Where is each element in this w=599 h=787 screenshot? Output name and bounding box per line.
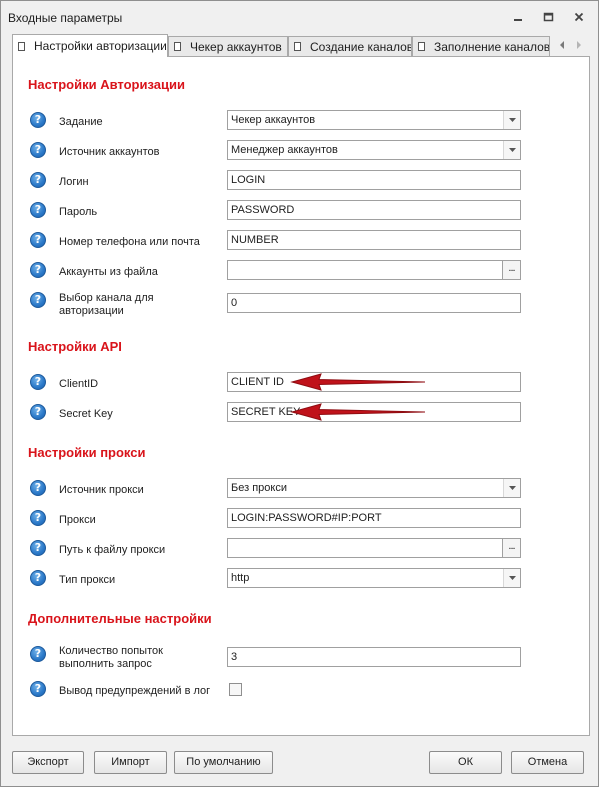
retries-label-line2: выполнить запрос: [59, 658, 152, 670]
task-value: Чекер аккаунтов: [231, 114, 316, 126]
proxy-type-select[interactable]: http: [227, 568, 521, 588]
restore-icon: [543, 12, 553, 22]
channel-choice-input[interactable]: 0: [227, 293, 521, 313]
default-button[interactable]: По умолчанию: [174, 751, 273, 774]
tab-label: Заполнение каналов: [434, 39, 550, 54]
restore-button[interactable]: [538, 9, 558, 25]
tab-page-icon: [174, 42, 181, 51]
channel-choice-label-line1: Выбор канала для: [59, 292, 154, 304]
tab-label: Чекер аккаунтов: [190, 39, 282, 54]
tab-channel-filling[interactable]: Заполнение каналов: [412, 36, 550, 56]
task-select[interactable]: Чекер аккаунтов: [227, 110, 521, 130]
secret-key-label: Secret Key: [59, 408, 113, 420]
proxy-source-select[interactable]: Без прокси: [227, 478, 521, 498]
chevron-down-icon[interactable]: [503, 111, 520, 129]
chevron-left-icon: [560, 41, 564, 49]
retries-input[interactable]: 3: [227, 647, 521, 667]
tab-strip: Настройки авторизации Чекер аккаунтов Со…: [12, 34, 590, 57]
input-parameters-window: Входные параметры Настройки авторизации …: [0, 0, 599, 787]
proxy-file-input[interactable]: ...: [227, 538, 521, 558]
help-icon[interactable]: ?: [30, 232, 46, 248]
login-label: Логин: [59, 176, 89, 188]
retries-label: Количество попыток выполнить запрос: [59, 645, 163, 671]
annotation-arrow-client-id: [290, 373, 426, 391]
proxy-type-label: Тип прокси: [59, 574, 116, 586]
browse-button[interactable]: ...: [502, 539, 520, 557]
accounts-file-label: Аккаунты из файла: [59, 266, 158, 278]
password-input[interactable]: PASSWORD: [227, 200, 521, 220]
accounts-file-input[interactable]: ...: [227, 260, 521, 280]
section-title-extra: Дополнительные настройки: [28, 611, 212, 626]
log-warnings-label: Вывод предупреждений в лог: [59, 685, 211, 697]
help-icon[interactable]: ?: [30, 374, 46, 390]
retries-label-line1: Количество попыток: [59, 645, 163, 657]
proxy-input[interactable]: LOGIN:PASSWORD#IP:PORT: [227, 508, 521, 528]
export-button[interactable]: Экспорт: [12, 751, 84, 774]
help-icon[interactable]: ?: [30, 112, 46, 128]
help-icon[interactable]: ?: [30, 262, 46, 278]
chevron-right-icon: [577, 41, 581, 49]
phone-input[interactable]: NUMBER: [227, 230, 521, 250]
tab-auth-settings[interactable]: Настройки авторизации: [12, 34, 168, 57]
annotation-arrow-secret-key: [290, 403, 426, 421]
ok-button[interactable]: ОК: [429, 751, 502, 774]
help-icon[interactable]: ?: [30, 404, 46, 420]
help-icon[interactable]: ?: [30, 510, 46, 526]
import-button[interactable]: Импорт: [94, 751, 167, 774]
phone-label: Номер телефона или почта: [59, 236, 200, 248]
tab-label: Создание каналов: [310, 39, 412, 54]
close-icon: [574, 12, 584, 22]
help-icon[interactable]: ?: [30, 142, 46, 158]
proxy-label: Прокси: [59, 514, 96, 526]
accounts-source-label: Источник аккаунтов: [59, 146, 160, 158]
tab-page-icon: [18, 41, 25, 51]
tab-page-icon: [418, 42, 425, 51]
tab-page-icon: [294, 42, 301, 51]
window-title: Входные параметры: [8, 11, 123, 25]
help-icon[interactable]: ?: [30, 646, 46, 662]
proxy-type-value: http: [231, 572, 250, 584]
help-icon[interactable]: ?: [30, 292, 46, 308]
help-icon[interactable]: ?: [30, 172, 46, 188]
chevron-down-icon[interactable]: [503, 569, 520, 587]
help-icon[interactable]: ?: [30, 681, 46, 697]
help-icon[interactable]: ?: [30, 202, 46, 218]
tab-label: Настройки авторизации: [34, 39, 167, 53]
tab-scroll-right-button[interactable]: [571, 36, 587, 54]
cancel-button[interactable]: Отмена: [511, 751, 584, 774]
log-warnings-checkbox[interactable]: [229, 683, 242, 696]
section-title-api: Настройки API: [28, 339, 122, 354]
section-title-proxy: Настройки прокси: [28, 445, 146, 460]
minimize-button[interactable]: [508, 9, 528, 25]
channel-choice-label-line2: авторизации: [59, 305, 124, 317]
accounts-source-select[interactable]: Менеджер аккаунтов: [227, 140, 521, 160]
tab-channel-creation[interactable]: Создание каналов: [288, 36, 412, 56]
accounts-source-value: Менеджер аккаунтов: [231, 144, 338, 156]
password-label: Пароль: [59, 206, 98, 218]
proxy-source-value: Без прокси: [231, 482, 287, 494]
help-icon[interactable]: ?: [30, 570, 46, 586]
login-input[interactable]: LOGIN: [227, 170, 521, 190]
proxy-source-label: Источник прокси: [59, 484, 144, 496]
browse-button[interactable]: ...: [502, 261, 520, 279]
tab-account-checker[interactable]: Чекер аккаунтов: [168, 36, 288, 56]
close-button[interactable]: [569, 9, 589, 25]
client-id-label: ClientID: [59, 378, 99, 390]
minimize-icon: [514, 19, 522, 21]
proxy-file-label: Путь к файлу прокси: [59, 544, 166, 556]
help-icon[interactable]: ?: [30, 540, 46, 556]
task-label: Задание: [59, 116, 103, 128]
section-title-auth: Настройки Авторизации: [28, 77, 185, 92]
tab-scroll-left-button[interactable]: [554, 36, 570, 54]
title-bar: Входные параметры: [1, 1, 598, 31]
settings-panel: Настройки Авторизации ? Задание Чекер ак…: [12, 56, 590, 736]
chevron-down-icon[interactable]: [503, 141, 520, 159]
help-icon[interactable]: ?: [30, 480, 46, 496]
chevron-down-icon[interactable]: [503, 479, 520, 497]
channel-choice-label: Выбор канала для авторизации: [59, 292, 154, 318]
